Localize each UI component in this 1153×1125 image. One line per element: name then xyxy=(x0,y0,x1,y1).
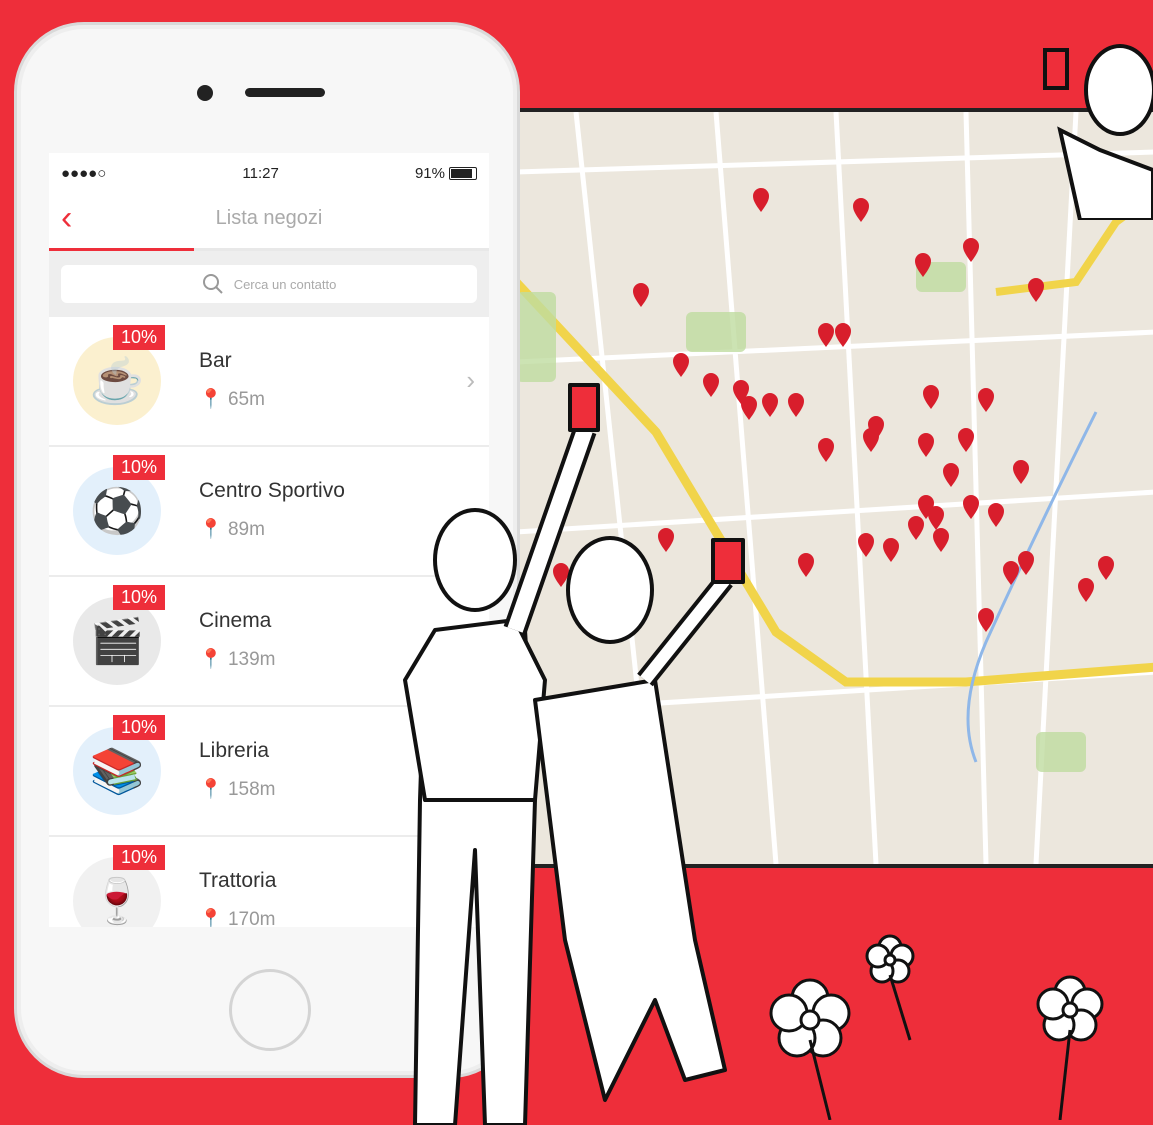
search-icon xyxy=(202,274,223,294)
man-illustration xyxy=(1043,44,1153,220)
map-pin-icon[interactable] xyxy=(928,506,944,530)
map-pin-icon[interactable] xyxy=(1003,561,1019,585)
distance-value: 170m xyxy=(227,909,276,927)
discount-badge: 10% xyxy=(113,455,166,480)
discount-badge: 10% xyxy=(113,845,166,870)
map-pin-icon[interactable] xyxy=(818,438,834,462)
distance-value: 158m xyxy=(227,779,276,800)
soccer-ball-icon: ⚽ xyxy=(73,467,161,555)
map-pin-icon[interactable] xyxy=(918,433,934,457)
distance-value: 139m xyxy=(227,649,276,670)
shop-distance: 📍 89m xyxy=(199,517,265,541)
pin-icon: 📍 xyxy=(199,519,223,540)
map-pin-icon[interactable] xyxy=(988,503,1004,527)
battery-label: 91% xyxy=(414,164,445,182)
pin-icon: 📍 xyxy=(199,649,223,670)
pin-icon: 📍 xyxy=(199,779,223,800)
map-pin-icon[interactable] xyxy=(1078,578,1094,602)
clock: 11:27 xyxy=(242,164,279,182)
map-pin-icon[interactable] xyxy=(818,323,834,347)
discount-badge: 10% xyxy=(113,715,166,740)
discount-badge: 10% xyxy=(113,585,166,610)
map-pin-icon[interactable] xyxy=(1013,460,1029,484)
library-icon: 📚 xyxy=(73,727,161,815)
map-pin-icon[interactable] xyxy=(963,238,979,262)
clapperboard-icon: 🎬 xyxy=(73,597,161,685)
page-title: Lista negozi xyxy=(215,207,323,229)
status-bar: ●●●●○ 11:27 91% xyxy=(49,153,489,193)
map-pin-icon[interactable] xyxy=(1028,278,1044,302)
distance-value: 65m xyxy=(227,389,265,410)
shop-name: Cinema xyxy=(199,609,272,632)
map-pin-icon[interactable] xyxy=(883,538,899,562)
couple-illustration xyxy=(403,383,745,1125)
shop-name: Libreria xyxy=(199,739,270,762)
signal-indicator: ●●●●○ xyxy=(61,164,107,182)
map-pin-icon[interactable] xyxy=(923,385,939,409)
flowers-illustration xyxy=(769,934,1104,1120)
map-pin-icon[interactable] xyxy=(788,393,804,417)
map-pin-icon[interactable] xyxy=(853,198,869,222)
tab-indicator xyxy=(49,248,194,251)
battery-indicator: 91% xyxy=(415,165,477,182)
map-pin-icon[interactable] xyxy=(753,188,769,212)
map-pin-icon[interactable] xyxy=(1018,551,1034,575)
map-pin-icon[interactable] xyxy=(908,516,924,540)
shop-distance: 📍 170m xyxy=(199,907,275,927)
home-button[interactable] xyxy=(229,969,311,1051)
map-pin-icon[interactable] xyxy=(633,283,649,307)
shop-name: Bar xyxy=(199,349,232,372)
map-pin-icon[interactable] xyxy=(978,388,994,412)
map-pin-icon[interactable] xyxy=(1098,556,1114,580)
distance-value: 89m xyxy=(227,519,265,540)
map-pin-icon[interactable] xyxy=(943,463,959,487)
map-pin-icon[interactable] xyxy=(673,353,689,377)
search-placeholder: Cerca un contatto xyxy=(233,276,337,292)
nav-bar: ‹ Lista negozi xyxy=(49,193,489,251)
camera-icon xyxy=(197,85,213,101)
map-pin-icon[interactable] xyxy=(933,528,949,552)
map-pin-icon[interactable] xyxy=(762,393,778,417)
map-pin-icon[interactable] xyxy=(958,428,974,452)
shop-name: Centro Sportivo xyxy=(199,479,345,502)
pin-icon: 📍 xyxy=(199,389,223,410)
shop-distance: 📍 65m xyxy=(199,387,265,411)
battery-icon xyxy=(449,167,477,181)
shop-distance: 📍 158m xyxy=(199,777,275,801)
shop-distance: 📍 139m xyxy=(199,647,275,671)
pin-icon: 📍 xyxy=(199,909,223,927)
discount-badge: 10% xyxy=(113,325,166,350)
coffee-icon: ☕ xyxy=(73,337,161,425)
speaker-grille xyxy=(245,88,325,97)
search-bar: Cerca un contatto xyxy=(49,251,489,317)
map-pin-icon[interactable] xyxy=(798,553,814,577)
search-input[interactable]: Cerca un contatto xyxy=(61,265,477,303)
shop-name: Trattoria xyxy=(199,869,277,892)
